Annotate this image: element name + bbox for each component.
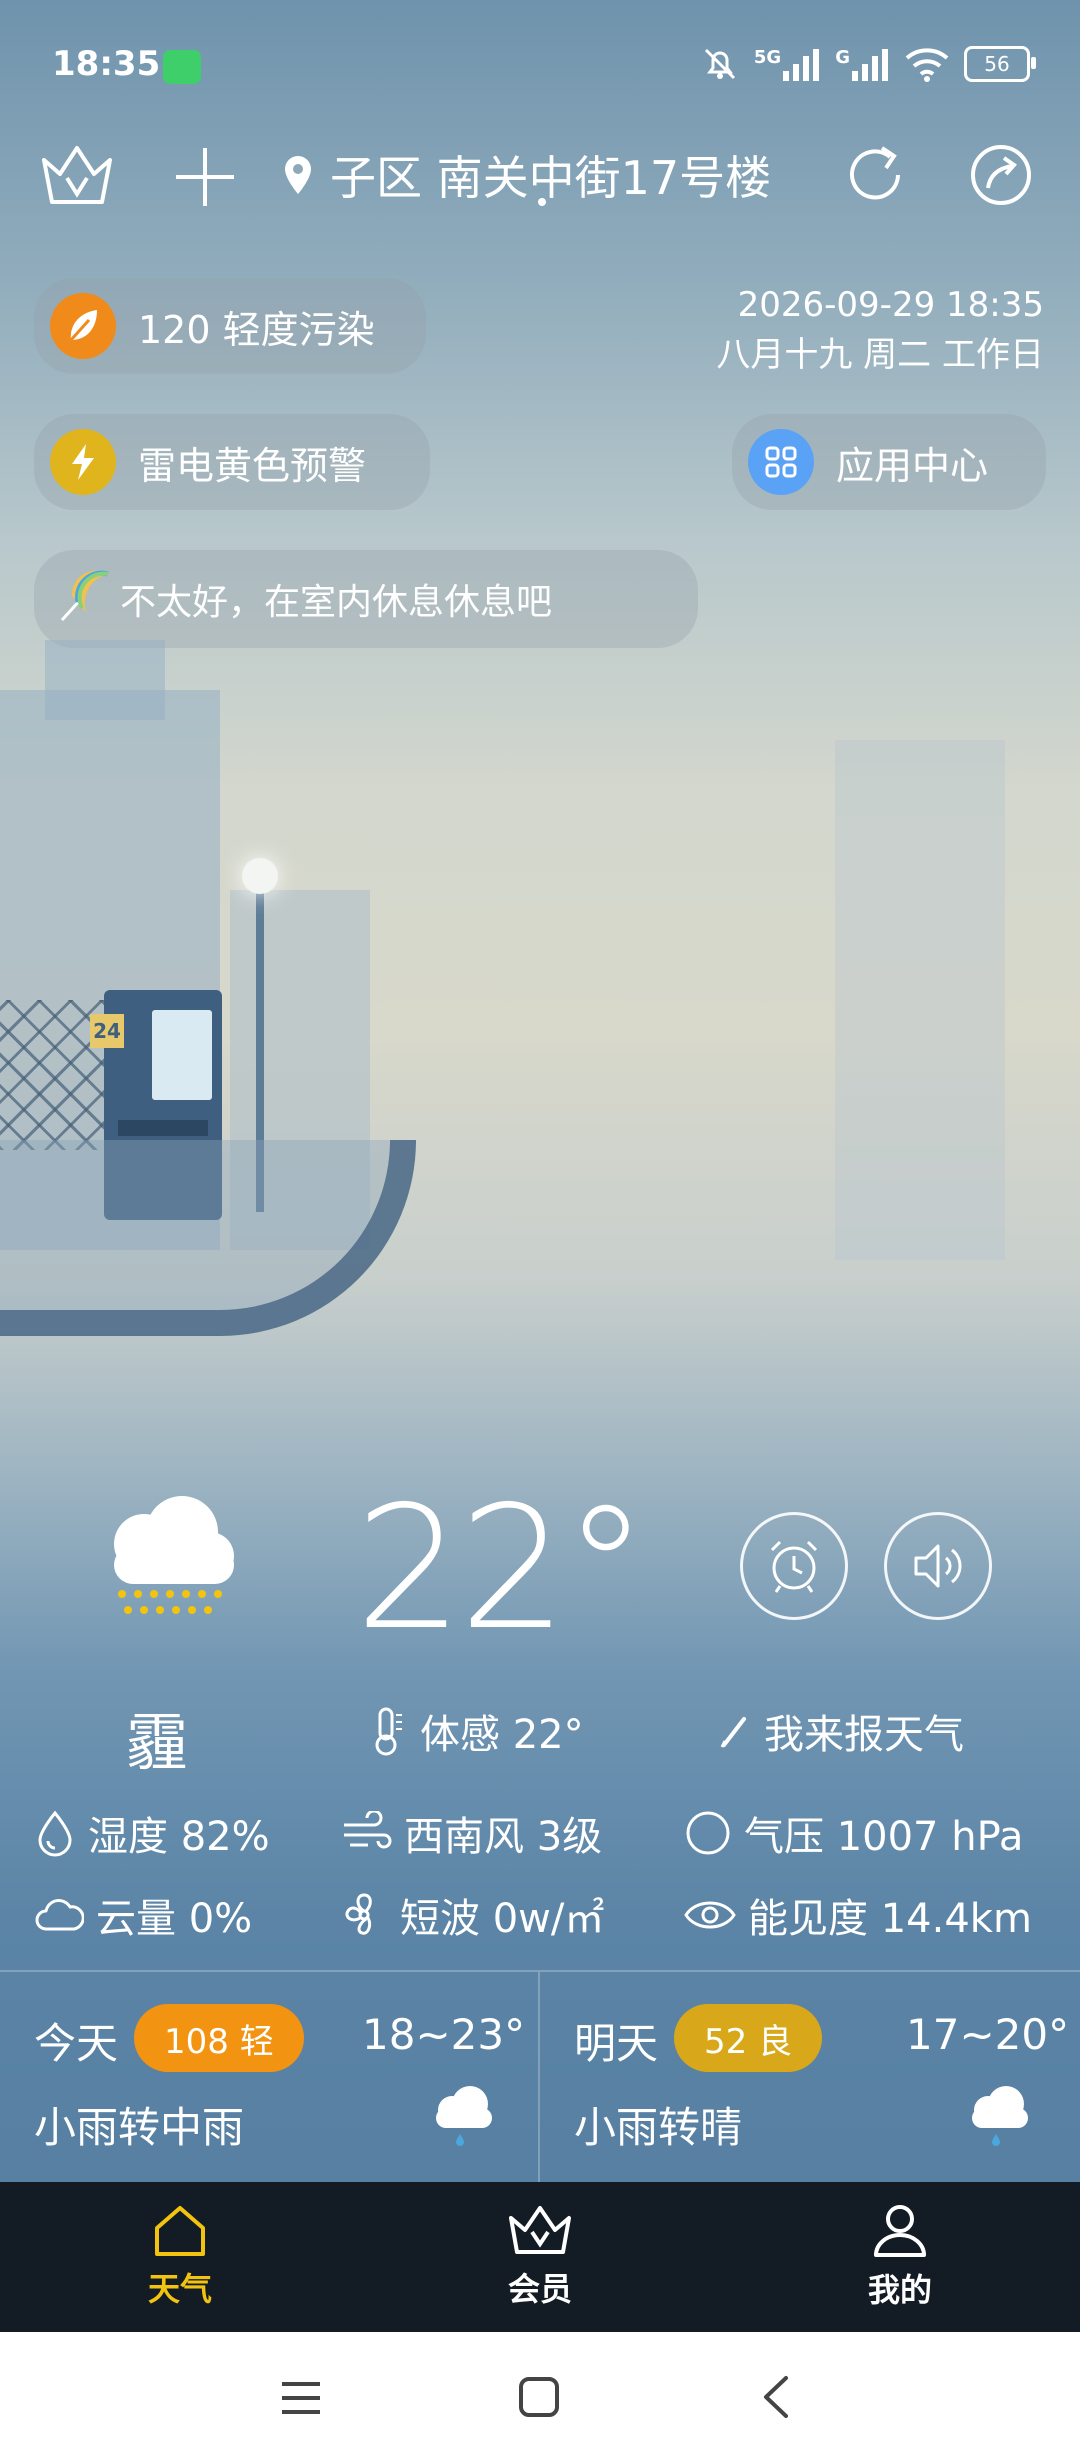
water-drop-icon [38, 1810, 72, 1857]
status-icons: 5G G 56 [700, 44, 1036, 84]
visibility-text: 能见度 14.4km [748, 1896, 1032, 1942]
date-time: 2026-09-29 18:35 [737, 285, 1044, 325]
pressure-text: 气压 1007 hPa [744, 1814, 1024, 1860]
weather-scene-illustration: 24 [0, 640, 1080, 1340]
cloud-icon [35, 1899, 84, 1931]
location-text: 子区 南关中街17号楼 [330, 151, 772, 205]
umbrella-icon [50, 566, 116, 632]
forecast-today[interactable]: 今天 108 轻 18~23° 小雨转中雨 [0, 1972, 538, 2184]
fan-icon [345, 1893, 372, 1935]
report-weather-text: 我来报天气 [764, 1712, 964, 1758]
crown-icon [509, 2206, 571, 2254]
refresh-icon[interactable] [842, 142, 908, 212]
tab-membership[interactable]: 会员 [440, 2182, 640, 2332]
shop-sign: 24 [90, 1014, 124, 1048]
back-button[interactable] [760, 2374, 790, 2424]
air-quality-label: 120 轻度污染 [138, 307, 375, 352]
home-icon [155, 2206, 205, 2256]
square-icon [519, 2377, 559, 2417]
system-navigation-bar [0, 2332, 1080, 2460]
share-icon[interactable] [968, 142, 1034, 212]
wind: 西南风 3级 [340, 1804, 602, 1862]
weather-tip-pill[interactable]: 不太好，在室内休息休息吧 [34, 550, 698, 648]
wind-text: 西南风 3级 [404, 1814, 603, 1860]
wind-icon [344, 1811, 392, 1849]
shortwave-text: 短波 0w/㎡ [400, 1896, 605, 1942]
aqi-badge: 108 轻 [134, 2004, 304, 2072]
weather-alert-pill[interactable]: 雷电黄色预警 [34, 414, 430, 510]
aqi-badge: 52 良 [674, 2004, 823, 2072]
cloud-cover-text: 云量 0% [96, 1896, 253, 1942]
tab-membership-label: 会员 [507, 2270, 572, 2308]
temperature-range: 17~20° [906, 2010, 1070, 2059]
top-bar: 子区 南关中街17号楼 [0, 128, 1080, 223]
battery-level: 56 [984, 52, 1010, 76]
air-quality-pill[interactable]: 120 轻度污染 [34, 278, 426, 374]
forecast-description: 小雨转中雨 [34, 2103, 245, 2152]
grid-icon [748, 429, 814, 495]
voice-broadcast-button[interactable] [884, 1512, 992, 1620]
feels-like-text: 体感 22° [420, 1712, 584, 1758]
alarm-button[interactable] [740, 1512, 848, 1620]
battery-icon: 56 [964, 46, 1036, 82]
visibility: 能见度 14.4km [684, 1886, 1032, 1944]
temperature-range: 18~23° [362, 2010, 526, 2059]
pressure: 气压 1007 hPa [684, 1804, 1023, 1862]
forecast-panel: 今天 108 轻 18~23° 小雨转中雨 明天 52 良 17~20° 小雨转… [0, 1970, 1080, 2184]
rain-cloud-icon [426, 2084, 498, 2154]
tab-profile[interactable]: 我的 [800, 2182, 1000, 2332]
weather-tip-text: 不太好，在室内休息休息吧 [120, 582, 553, 623]
thermometer-icon [375, 1707, 402, 1756]
cloud-cover: 云量 0% [34, 1886, 252, 1944]
weather-alert-label: 雷电黄色预警 [138, 443, 367, 488]
status-time: 18:35 [52, 44, 161, 84]
page-indicator-dot [538, 198, 546, 206]
speaker-icon [914, 1544, 962, 1588]
signal-5g-icon: 5G [754, 47, 821, 81]
forecast-day: 今天 [34, 2019, 119, 2068]
vip-crown-icon[interactable] [38, 140, 116, 214]
app-center-button[interactable]: 应用中心 [732, 414, 1046, 510]
pencil-icon [720, 1717, 746, 1748]
report-weather-link[interactable]: 我来报天气 [716, 1702, 964, 1760]
lunar-date: 八月十九 周二 工作日 [716, 335, 1044, 375]
home-button[interactable] [518, 2376, 560, 2422]
recent-apps-button[interactable] [280, 2380, 322, 2420]
humidity-text: 湿度 82% [88, 1814, 270, 1860]
forecast-description: 小雨转晴 [574, 2103, 743, 2152]
haze-weather-icon [92, 1490, 242, 1644]
add-city-icon[interactable] [172, 144, 238, 214]
muted-bell-icon [704, 48, 735, 80]
alarm-clock-icon [770, 1540, 818, 1593]
compass-icon [686, 1811, 730, 1855]
signal-g-icon: G [835, 47, 890, 81]
weather-condition: 霾 [126, 1706, 189, 1779]
rain-cloud-icon [962, 2084, 1034, 2154]
shortwave-radiation: 短波 0w/㎡ [340, 1886, 604, 1944]
eye-icon [684, 1901, 736, 1929]
back-chevron-icon [764, 2376, 788, 2418]
forecast-day: 明天 [574, 2019, 659, 2068]
location-pin-icon [285, 156, 311, 194]
current-temperature: 22° [355, 1470, 648, 1668]
status-bar: 18:35 5G G 56 [0, 0, 1080, 135]
tab-weather-label: 天气 [147, 2270, 212, 2308]
android-notification-icon [163, 50, 201, 84]
tab-weather[interactable]: 天气 [80, 2182, 280, 2332]
leaf-icon [50, 293, 116, 359]
lightning-icon [50, 429, 116, 495]
forecast-tomorrow[interactable]: 明天 52 良 17~20° 小雨转晴 [540, 1972, 1080, 2184]
bottom-tab-bar: 天气 会员 我的 [0, 2182, 1080, 2332]
date-block: 2026-09-29 18:35 八月十九 周二 工作日 [716, 280, 1044, 380]
user-icon [874, 2205, 926, 2257]
feels-like: 体感 22° [368, 1702, 584, 1760]
menu-icon [282, 2382, 320, 2414]
app-center-label: 应用中心 [836, 443, 989, 488]
humidity: 湿度 82% [34, 1804, 270, 1862]
tab-profile-label: 我的 [867, 2271, 932, 2309]
wifi-icon [905, 48, 949, 82]
